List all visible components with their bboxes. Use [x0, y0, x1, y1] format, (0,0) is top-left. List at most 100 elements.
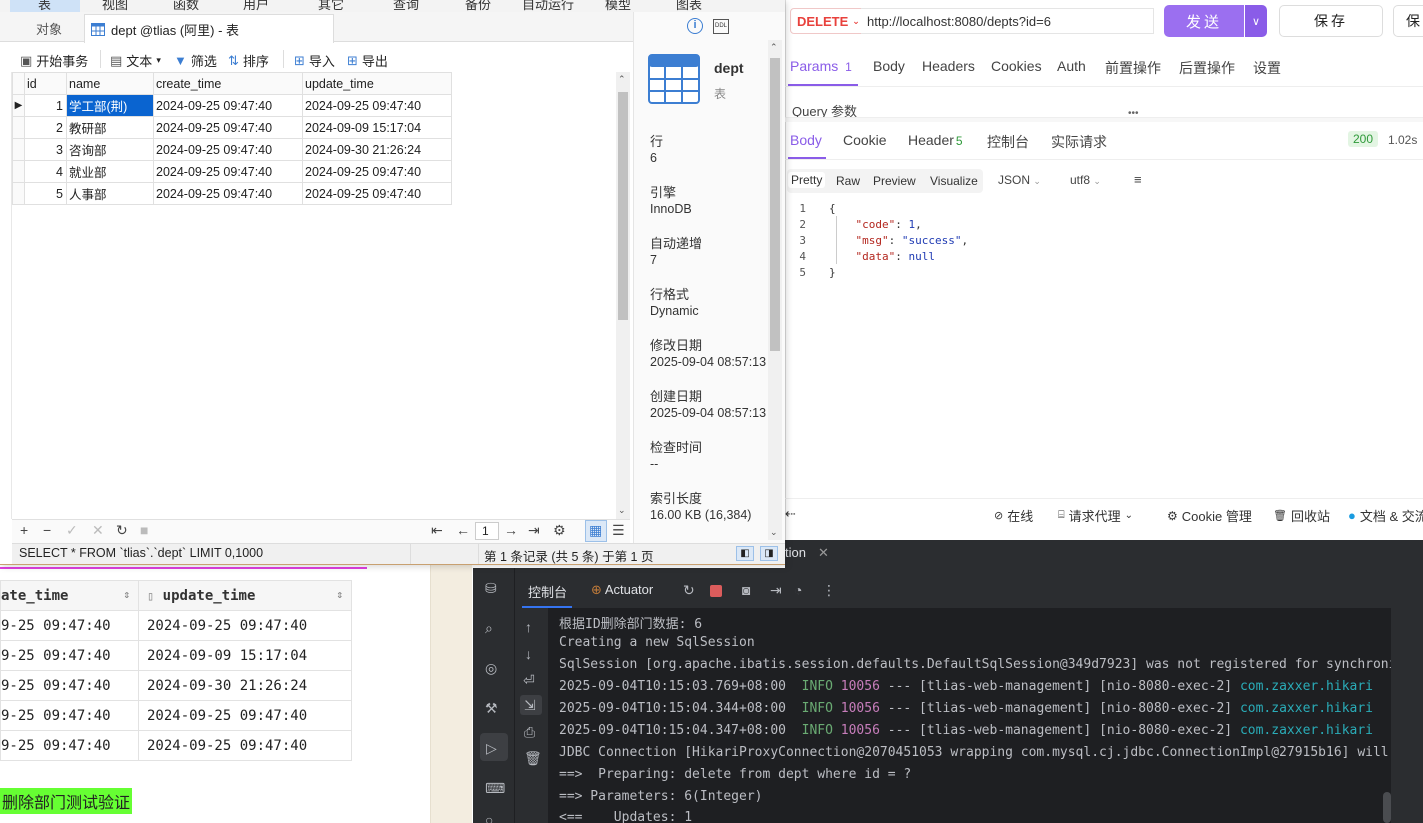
- col-header-create-time[interactable]: create_time: [153, 72, 303, 95]
- first-page-icon[interactable]: ⇤: [431, 522, 443, 539]
- print-icon[interactable]: ⎙: [524, 724, 535, 741]
- col-header-name[interactable]: name: [66, 72, 154, 95]
- filter-button[interactable]: ▼ 筛选: [174, 51, 217, 70]
- info-scroll-thumb[interactable]: [770, 58, 780, 351]
- col-header-id[interactable]: id: [24, 72, 67, 95]
- view-raw[interactable]: Raw: [836, 174, 860, 188]
- scroll-down-icon[interactable]: ↓: [525, 646, 532, 662]
- run-icon[interactable]: ▷: [486, 740, 497, 757]
- table-row[interactable]: ▶ 1 学工部(荆) 2024-09-25 09:47:40 2024-09-2…: [12, 94, 452, 117]
- view-pretty[interactable]: Pretty: [788, 172, 826, 188]
- docs-button[interactable]: ● 文档 & 交流: [1348, 506, 1423, 525]
- tab-body[interactable]: Body: [873, 58, 905, 74]
- database-icon[interactable]: ⛁: [485, 580, 497, 597]
- back-arrow-icon[interactable]: ⇠: [785, 506, 796, 522]
- scroll-up-icon[interactable]: ⌃: [770, 42, 778, 53]
- tab-pre-actions[interactable]: 前置操作: [1105, 58, 1161, 78]
- grid-scroll-thumb[interactable]: [618, 92, 628, 320]
- tab-params[interactable]: Params 1: [790, 58, 852, 74]
- more-icon[interactable]: ⋮: [822, 582, 836, 599]
- encoding-select[interactable]: utf8 ⌄: [1070, 173, 1101, 187]
- tab-actuator[interactable]: ⊕ Actuator: [591, 582, 653, 598]
- tab-objects[interactable]: 对象: [14, 14, 84, 42]
- online-status[interactable]: ⊘ 在线: [994, 506, 1033, 525]
- camera-icon[interactable]: ◙: [742, 582, 750, 598]
- clear-icon[interactable]: 🗑: [524, 750, 542, 767]
- tab-console[interactable]: 控制台: [528, 582, 567, 601]
- add-row-icon[interactable]: +: [20, 522, 28, 538]
- settings-icon[interactable]: ⚙: [553, 522, 566, 539]
- scroll-up-icon[interactable]: ⌃: [618, 74, 626, 85]
- send-button[interactable]: 发送: [1164, 5, 1244, 37]
- tab-response-cookie[interactable]: Cookie: [843, 132, 887, 148]
- tab-dept-table[interactable]: dept @tlias (阿里) - 表: [84, 14, 334, 43]
- md-col-update-time[interactable]: ▯ update_time ⇕: [138, 580, 352, 611]
- view-preview[interactable]: Preview: [873, 174, 916, 188]
- text-button[interactable]: ▤ 文本 ▾: [110, 51, 161, 70]
- tab-auth[interactable]: Auth: [1057, 58, 1086, 74]
- build-icon[interactable]: ⚒: [485, 700, 498, 717]
- wrap-icon[interactable]: ≡: [1134, 172, 1142, 187]
- console-scrollbar[interactable]: [1383, 792, 1391, 823]
- tab-actual-request[interactable]: 实际请求: [1051, 132, 1107, 152]
- last-page-icon[interactable]: ⇥: [528, 522, 540, 539]
- run-tab[interactable]: tion: [785, 545, 806, 560]
- refresh-icon[interactable]: ↻: [116, 522, 128, 539]
- split-handle[interactable]: [785, 117, 1423, 122]
- next-page-icon[interactable]: →: [504, 522, 518, 538]
- view-visualize[interactable]: Visualize: [930, 174, 978, 188]
- stop-icon[interactable]: ■: [140, 522, 148, 538]
- save-as-button[interactable]: 保: [1393, 5, 1423, 37]
- scroll-up-icon[interactable]: ↑: [525, 619, 532, 635]
- url-input[interactable]: http://localhost:8080/depts?id=6: [861, 8, 1154, 34]
- tab-post-actions[interactable]: 后置操作: [1179, 58, 1235, 78]
- close-icon[interactable]: ✕: [818, 545, 829, 561]
- send-dropdown-button[interactable]: ∨: [1245, 5, 1267, 37]
- form-view-icon[interactable]: ☰: [612, 522, 625, 539]
- terminal-icon[interactable]: ⌨: [485, 780, 505, 797]
- begin-transaction-button[interactable]: ▣ 开始事务: [20, 51, 88, 70]
- git-icon[interactable]: ○: [485, 812, 493, 823]
- tab-response-header[interactable]: Header 5: [908, 132, 963, 148]
- recycle-bin-button[interactable]: 🗑 回收站: [1273, 506, 1330, 525]
- request-proxy-button[interactable]: ⌸ 请求代理 ⌄: [1058, 506, 1133, 525]
- soft-wrap-icon[interactable]: ⏎: [523, 672, 535, 689]
- discard-icon[interactable]: ✕: [92, 522, 104, 539]
- method-select[interactable]: DELETE ⌄: [790, 8, 862, 34]
- import-button[interactable]: ⊞ 导入: [294, 51, 335, 70]
- tab-settings[interactable]: 设置: [1253, 58, 1281, 78]
- scroll-down-icon[interactable]: ⌄: [770, 527, 778, 538]
- scroll-to-end-icon[interactable]: ⇲: [524, 697, 536, 714]
- services-icon[interactable]: ◎: [485, 660, 497, 677]
- grid-view-icon[interactable]: ▦: [589, 522, 602, 539]
- rerun-icon[interactable]: ↻: [683, 582, 695, 599]
- info-icon[interactable]: i: [687, 18, 703, 34]
- export-button[interactable]: ⊞ 导出: [347, 51, 388, 70]
- table-row[interactable]: 3 咨询部 2024-09-25 09:47:40 2024-09-30 21:…: [12, 138, 452, 161]
- panel-right-icon[interactable]: ◨: [760, 546, 778, 561]
- search-icon[interactable]: ⌕: [485, 620, 493, 637]
- table-row[interactable]: 5 人事部 2024-09-25 09:47:40 2024-09-25 09:…: [12, 182, 452, 205]
- md-col-create-time[interactable]: ate_time ⇕: [0, 580, 139, 611]
- scroll-down-icon[interactable]: ⌄: [618, 505, 626, 516]
- tab-response-body[interactable]: Body: [790, 132, 822, 148]
- apply-icon[interactable]: ✓: [66, 522, 78, 539]
- format-select[interactable]: JSON ⌄: [998, 173, 1041, 187]
- delete-row-icon[interactable]: −: [43, 522, 51, 538]
- col-header-update-time[interactable]: update_time: [302, 72, 452, 95]
- tab-headers[interactable]: Headers: [922, 58, 975, 74]
- stop-icon[interactable]: [710, 585, 722, 597]
- cookie-manager-button[interactable]: ⚙ Cookie 管理: [1167, 506, 1252, 525]
- gauge-icon[interactable]: ◔: [794, 582, 802, 598]
- tab-response-console[interactable]: 控制台: [987, 132, 1029, 152]
- exit-icon[interactable]: ⇥: [770, 582, 782, 599]
- drag-handle-icon[interactable]: •••: [1128, 108, 1139, 119]
- page-number-input[interactable]: 1: [475, 522, 499, 540]
- tab-cookies[interactable]: Cookies: [991, 58, 1042, 74]
- save-button[interactable]: 保存: [1279, 5, 1383, 37]
- ddl-icon[interactable]: DDL: [713, 19, 729, 34]
- prev-page-icon[interactable]: ←: [456, 522, 470, 538]
- table-row[interactable]: 4 就业部 2024-09-25 09:47:40 2024-09-25 09:…: [12, 160, 452, 183]
- panel-left-icon[interactable]: ◧: [736, 546, 754, 561]
- table-row[interactable]: 2 教研部 2024-09-25 09:47:40 2024-09-09 15:…: [12, 116, 452, 139]
